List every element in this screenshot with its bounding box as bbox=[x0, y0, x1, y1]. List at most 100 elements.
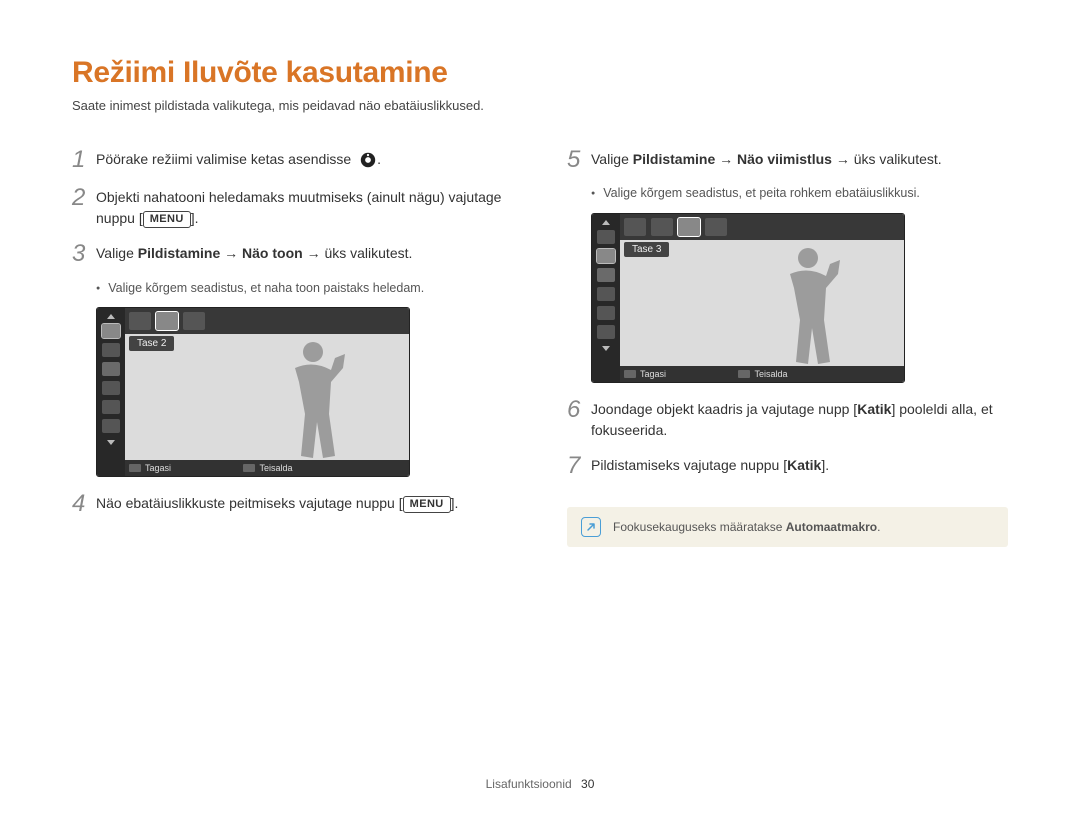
side-icon bbox=[597, 230, 615, 244]
toolbar-icon bbox=[129, 312, 151, 330]
lcd-toolbar bbox=[125, 308, 409, 334]
side-icon bbox=[102, 362, 120, 376]
lcd-bottom-bar: Tagasi Teisalda bbox=[620, 366, 904, 382]
menu-small-icon bbox=[624, 370, 636, 378]
lcd-toolbar bbox=[620, 214, 904, 240]
lcd-sidebar bbox=[97, 308, 125, 476]
step-number: 3 bbox=[72, 241, 96, 267]
step-bold: Näo viimistlus bbox=[737, 151, 832, 167]
step-body: Näo ebatäiuslikkuste peitmiseks vajutage… bbox=[96, 491, 513, 514]
step-bold: Pildistamine bbox=[633, 151, 715, 167]
toolbar-icon bbox=[651, 218, 673, 236]
lcd: Tase 2 Tagasi bbox=[96, 307, 410, 477]
note-info-icon bbox=[581, 517, 601, 537]
side-icon bbox=[102, 381, 120, 395]
step-2: 2 Objekti nahatooni heledamaks muutmisek… bbox=[72, 185, 513, 229]
step-text: Näo ebatäiuslikkuste peitmiseks vajutage… bbox=[96, 495, 403, 511]
step-number: 2 bbox=[72, 185, 96, 211]
arrow-down-icon bbox=[107, 440, 115, 445]
level-label: Tase 2 bbox=[129, 336, 174, 351]
lcd-back-label: Tagasi bbox=[145, 463, 171, 473]
step-body: Joondage objekt kaadris ja vajutage nupp… bbox=[591, 397, 1008, 441]
step-text: Joondage objekt kaadris ja vajutage nupp… bbox=[591, 401, 857, 417]
note-part: Fookusekauguseks määratakse bbox=[613, 520, 786, 534]
side-icon bbox=[597, 306, 615, 320]
bullet-text: Valige kõrgem seadistus, et naha toon pa… bbox=[108, 280, 424, 298]
step-bold: Katik bbox=[857, 401, 891, 417]
note-text: Fookusekauguseks määratakse Automaatmakr… bbox=[613, 520, 880, 534]
side-icon bbox=[597, 287, 615, 301]
side-icon bbox=[102, 343, 120, 357]
mode-dial-icon bbox=[359, 151, 377, 169]
manual-page: Režiimi Iluvõte kasutamine Saate inimest… bbox=[0, 0, 1080, 547]
lcd-main: Tase 3 Tagasi bbox=[620, 214, 904, 382]
toolbar-icon bbox=[705, 218, 727, 236]
step-number: 7 bbox=[567, 453, 591, 479]
step-body: Pöörake režiimi valimise ketas asendisse… bbox=[96, 147, 513, 170]
lcd-move-label: Teisalda bbox=[259, 463, 292, 473]
step-number: 4 bbox=[72, 491, 96, 517]
step-text: Valige bbox=[96, 245, 138, 261]
bullet-text: Valige kõrgem seadistus, et peita rohkem… bbox=[603, 185, 920, 203]
lcd-main: Tase 2 Tagasi bbox=[125, 308, 409, 476]
side-icon bbox=[102, 400, 120, 414]
side-icon bbox=[102, 419, 120, 433]
step-text: Pildistamiseks vajutage nuppu [ bbox=[591, 457, 787, 473]
step-text: ]. bbox=[821, 457, 829, 473]
two-column-layout: 1 Pöörake režiimi valimise ketas asendis… bbox=[72, 147, 1008, 547]
note-bold: Automaatmakro bbox=[786, 520, 877, 534]
lcd-move-group: Teisalda bbox=[738, 369, 787, 379]
lcd-back-label: Tagasi bbox=[640, 369, 666, 379]
step-3: 3 Valige Pildistamine → Näo toon → üks v… bbox=[72, 241, 513, 267]
page-footer: Lisafunktsioonid 30 bbox=[0, 777, 1080, 791]
column-right: 5 Valige Pildistamine → Näo viimistlus →… bbox=[567, 147, 1008, 547]
nav-small-icon bbox=[738, 370, 750, 378]
step-text: → bbox=[220, 245, 242, 261]
step-4: 4 Näo ebatäiuslikkuste peitmiseks vajuta… bbox=[72, 491, 513, 517]
arrow-down-icon bbox=[602, 346, 610, 351]
step-1: 1 Pöörake režiimi valimise ketas asendis… bbox=[72, 147, 513, 173]
step-body: Valige Pildistamine → Näo viimistlus → ü… bbox=[591, 147, 1008, 170]
toolbar-icon bbox=[624, 218, 646, 236]
step-body: Objekti nahatooni heledamaks muutmiseks … bbox=[96, 185, 513, 229]
step-text: Pöörake režiimi valimise ketas asendisse bbox=[96, 151, 351, 167]
person-silhouette bbox=[760, 244, 850, 369]
person-silhouette bbox=[265, 338, 355, 463]
column-left: 1 Pöörake režiimi valimise ketas asendis… bbox=[72, 147, 513, 547]
page-title: Režiimi Iluvõte kasutamine bbox=[72, 56, 1008, 90]
bullet-step3: Valige kõrgem seadistus, et naha toon pa… bbox=[96, 280, 513, 298]
side-icon bbox=[597, 249, 615, 263]
step-text: → bbox=[715, 151, 737, 167]
menu-small-icon bbox=[129, 464, 141, 472]
step-5: 5 Valige Pildistamine → Näo viimistlus →… bbox=[567, 147, 1008, 173]
footer-section: Lisafunktsioonid bbox=[486, 777, 572, 791]
level-label: Tase 3 bbox=[624, 242, 669, 257]
toolbar-icon bbox=[183, 312, 205, 330]
step-6: 6 Joondage objekt kaadris ja vajutage nu… bbox=[567, 397, 1008, 441]
toolbar-icon-selected bbox=[156, 312, 178, 330]
note-part: . bbox=[877, 520, 880, 534]
step-number: 5 bbox=[567, 147, 591, 173]
side-icon bbox=[102, 324, 120, 338]
menu-button-label: MENU bbox=[403, 496, 451, 513]
step-text: ]. bbox=[191, 210, 199, 226]
arrow-up-icon bbox=[107, 314, 115, 319]
camera-lcd-mock-2: Tase 3 Tagasi bbox=[591, 213, 1008, 383]
step-text: Valige bbox=[591, 151, 633, 167]
lcd-move-group: Teisalda bbox=[243, 463, 292, 473]
step-text: → üks valikutest. bbox=[303, 245, 413, 261]
side-icon bbox=[597, 268, 615, 282]
side-icon bbox=[597, 325, 615, 339]
step-bold: Katik bbox=[787, 457, 821, 473]
step-body: Pildistamiseks vajutage nuppu [Katik]. bbox=[591, 453, 1008, 476]
step-text: → üks valikutest. bbox=[832, 151, 942, 167]
note-box: Fookusekauguseks määratakse Automaatmakr… bbox=[567, 507, 1008, 547]
camera-lcd-mock-1: Tase 2 Tagasi bbox=[96, 307, 513, 477]
lcd: Tase 3 Tagasi bbox=[591, 213, 905, 383]
lcd-move-label: Teisalda bbox=[754, 369, 787, 379]
bullet-step5: Valige kõrgem seadistus, et peita rohkem… bbox=[591, 185, 1008, 203]
step-bold: Näo toon bbox=[242, 245, 303, 261]
step-bold: Pildistamine bbox=[138, 245, 220, 261]
toolbar-icon-selected bbox=[678, 218, 700, 236]
lcd-bottom-bar: Tagasi Teisalda bbox=[125, 460, 409, 476]
